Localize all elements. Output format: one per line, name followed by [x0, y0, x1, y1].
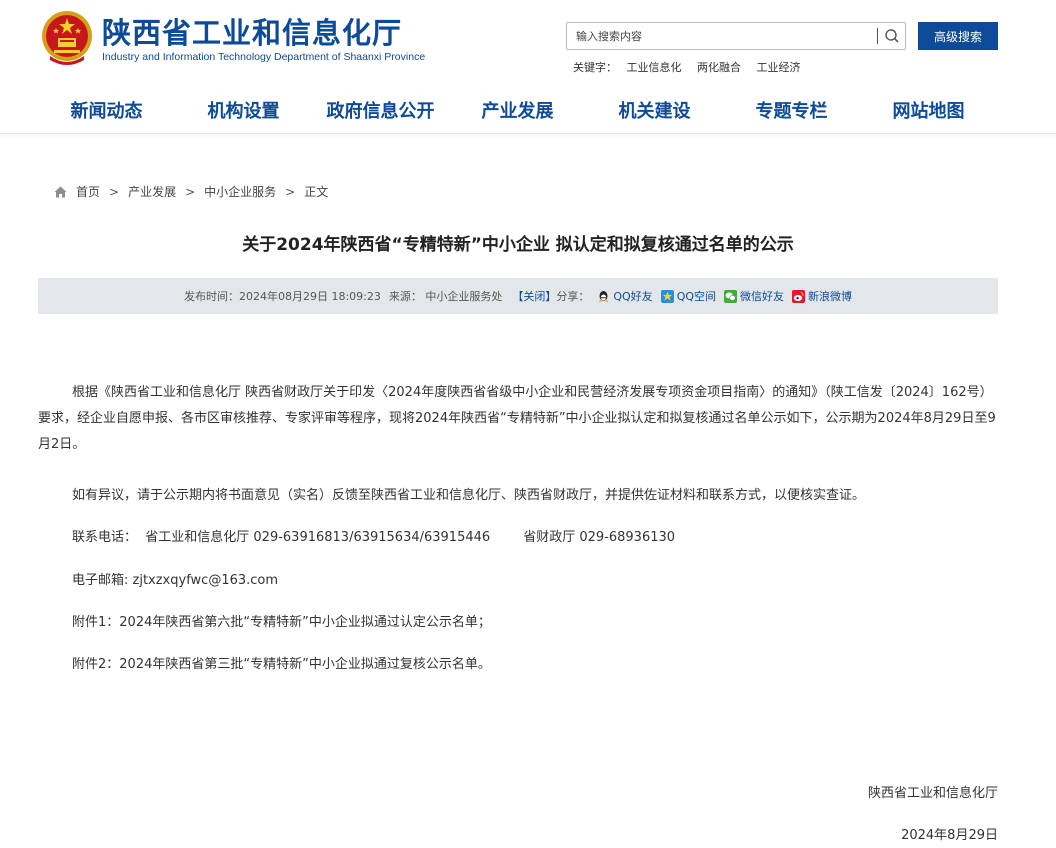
breadcrumb-separator: > [285, 184, 296, 199]
keyword-link[interactable]: 工业经济 [757, 61, 801, 74]
nav-item-sitemap[interactable]: 网站地图 [860, 94, 997, 134]
main-nav: 新闻动态 机构设置 政府信息公开 产业发展 机关建设 专题专栏 网站地图 [38, 94, 998, 134]
share-label-qq-friend: QQ好友 [613, 290, 653, 303]
home-icon [54, 186, 67, 197]
weibo-icon [792, 289, 806, 303]
close-link[interactable]: 【关闭】 [512, 288, 556, 304]
article-sign-date: 2024年8月29日 [901, 828, 998, 843]
paragraph-objection: 如有异议，请于公示期内将书面意见（实名）反馈至陕西省工业和信息化厅、陕西省财政厅… [72, 488, 866, 503]
national-emblem-icon [42, 11, 92, 65]
breadcrumb-sme-service[interactable]: 中小企业服务 [204, 183, 276, 200]
share-label: 分享： [556, 290, 590, 303]
publish-time: 发布时间：2024年08月29日 18:09:23 [183, 290, 381, 303]
share-label-weibo: 新浪微博 [808, 290, 853, 303]
share-label-wechat: 微信好友 [740, 290, 785, 303]
breadcrumb-industry[interactable]: 产业发展 [128, 183, 176, 200]
qq-penguin-icon [598, 290, 609, 302]
nav-item-industry[interactable]: 产业发展 [449, 94, 586, 134]
search-keywords: 关键字： 工业信息化 两化融合 工业经济 [573, 59, 813, 75]
site-title[interactable]: 陕西省工业和信息化厅 [102, 10, 402, 52]
paragraph-contact-email: 电子邮箱: zjtxzxqyfwc@163.com [72, 573, 279, 588]
site-subtitle: Industry and Information Technology Depa… [102, 51, 426, 63]
keyword-link[interactable]: 工业信息化 [627, 61, 682, 74]
nav-item-gov-info[interactable]: 政府信息公开 [312, 94, 449, 134]
breadcrumb-current: 正文 [304, 185, 329, 199]
qzone-star-icon [660, 289, 674, 303]
nav-item-news[interactable]: 新闻动态 [38, 94, 175, 134]
search-input[interactable] [567, 23, 875, 49]
article-signature: 陕西省工业和信息化厅 [867, 786, 998, 801]
search-icon[interactable] [884, 28, 900, 44]
site-header: 陕西省工业和信息化厅 Industry and Information Tech… [0, 0, 1056, 134]
share-qzone[interactable]: QQ空间 [660, 288, 717, 304]
share-weibo[interactable]: 新浪微博 [792, 288, 852, 304]
keyword-link[interactable]: 两化融合 [697, 61, 741, 74]
nav-item-organization[interactable]: 机构设置 [175, 94, 312, 134]
paragraph-contact-phone: 联系电话： 省工业和信息化厅 029-63916813/63915634/639… [72, 530, 676, 545]
breadcrumb-home[interactable]: 首页 [76, 183, 100, 200]
attachment-link-2[interactable]: 附件2：2024年陕西省第三批“专精特新”中小企业拟通过复核公示名单。 [72, 655, 491, 675]
paragraph-basis: 根据《陕西省工业和信息化厅 陕西省财政厅关于印发〈2024年度陕西省省级中小企业… [38, 385, 996, 452]
wechat-icon [724, 289, 738, 303]
attachment-link-1[interactable]: 附件1：2024年陕西省第六批“专精特新”中小企业拟通过认定公示名单； [72, 613, 491, 633]
advanced-search-button[interactable]: 高级搜索 [918, 22, 998, 50]
breadcrumb: 首页 > 产业发展 > 中小企业服务 > 正文 [54, 183, 328, 200]
nav-item-special-topics[interactable]: 专题专栏 [723, 94, 860, 134]
article-title: 关于2024年陕西省“专精特新”中小企业 拟认定和拟复核通过名单的公示 [242, 235, 794, 255]
article-source: 来源： 中小企业服务处 [388, 290, 503, 303]
breadcrumb-separator: > [109, 184, 120, 199]
keywords-label: 关键字： [573, 61, 617, 74]
breadcrumb-separator: > [185, 184, 196, 199]
nav-item-party-building[interactable]: 机关建设 [586, 94, 723, 134]
share-qq-friend[interactable]: QQ好友 [597, 288, 653, 304]
article-meta-bar: 发布时间：2024年08月29日 18:09:23 来源： 中小企业服务处 【关… [38, 278, 998, 314]
search-divider [877, 28, 878, 44]
share-label-qzone: QQ空间 [676, 290, 717, 303]
article-content: 根据《陕西省工业和信息化厅 陕西省财政厅关于印发〈2024年度陕西省省级中小企业… [38, 380, 1002, 458]
share-wechat[interactable]: 微信好友 [724, 288, 784, 304]
search-box [566, 22, 906, 50]
